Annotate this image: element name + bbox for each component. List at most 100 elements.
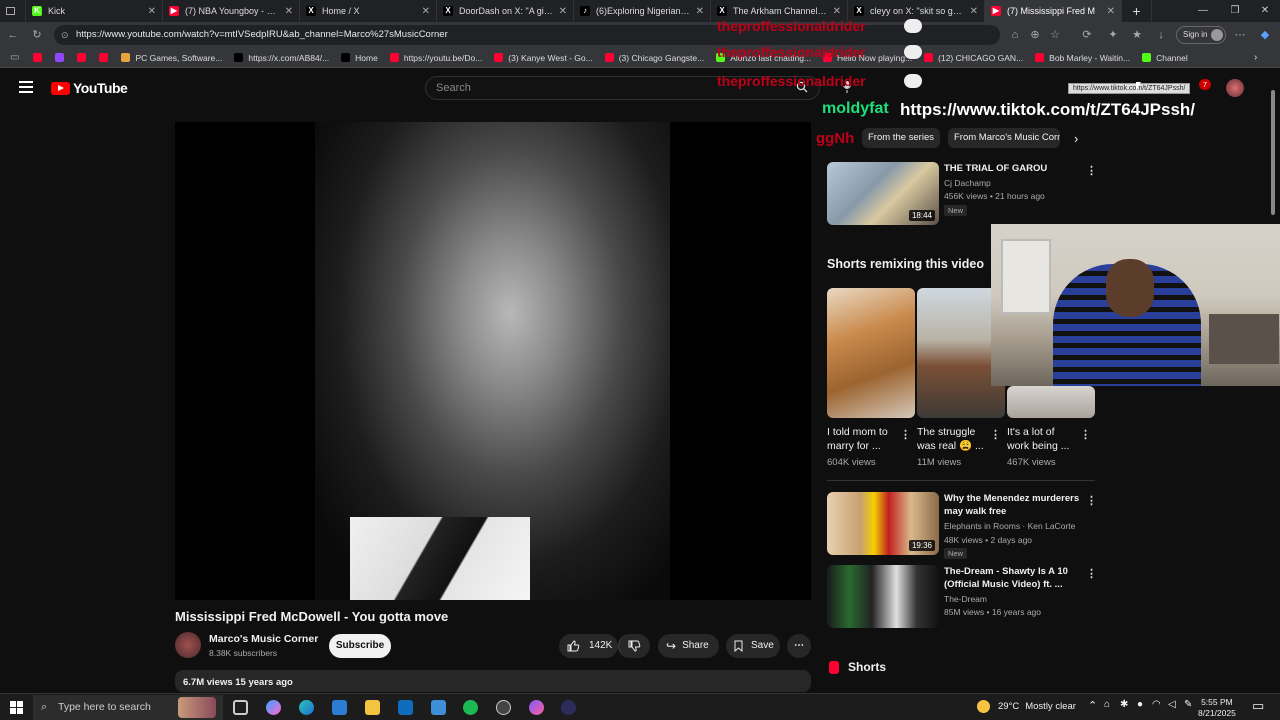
description-box[interactable]: 6.7M views 15 years ago bbox=[175, 670, 811, 692]
recommended-channel-3[interactable]: The-Dream bbox=[944, 594, 987, 604]
page-scrollbar[interactable] bbox=[1271, 90, 1275, 215]
recommended-channel-2[interactable]: Elephants in Rooms · Ken LaCorte bbox=[944, 521, 1075, 531]
bookmarks-menu-icon[interactable]: ▭ bbox=[10, 52, 19, 63]
maximize-button[interactable]: ❐ bbox=[1219, 0, 1251, 22]
app-taskbar-icon[interactable] bbox=[431, 700, 446, 715]
tray-pen-icon[interactable]: ✎ bbox=[1184, 699, 1192, 710]
zoom-icon[interactable]: ⊕ bbox=[1026, 26, 1044, 44]
short-thumbnail-3[interactable] bbox=[1007, 386, 1095, 418]
browser-tab[interactable]: X DoorDash on X: "A gift fro ✕ bbox=[437, 0, 574, 22]
bookmarks-overflow-icon[interactable]: › bbox=[1254, 52, 1257, 63]
chip-from-channel[interactable]: From Marco's Music Corner bbox=[948, 128, 1060, 148]
bookmark-item[interactable]: Home bbox=[341, 53, 378, 63]
recommended-menu-button[interactable]: ⋮ bbox=[1086, 164, 1097, 177]
browser-tab[interactable]: ▶ (7) Mississippi Fred M ✕ bbox=[985, 0, 1122, 22]
messenger-taskbar-icon[interactable] bbox=[529, 700, 544, 715]
site-info-icon[interactable]: ⊙ bbox=[61, 25, 69, 45]
tray-volume-icon[interactable]: ◁ bbox=[1168, 699, 1176, 710]
bookmark-item[interactable]: Channel bbox=[1142, 53, 1188, 63]
short-menu-button-2[interactable]: ⋮ bbox=[990, 428, 1001, 441]
bookmark-item[interactable]: PC Games, Software... bbox=[121, 53, 222, 63]
spotify-taskbar-icon[interactable] bbox=[463, 700, 478, 715]
bookmark-item[interactable]: https://x.com/AB84/... bbox=[234, 53, 329, 63]
task-view-icon[interactable] bbox=[233, 700, 248, 715]
tab-close-icon[interactable]: ✕ bbox=[696, 6, 704, 17]
notifications-icon[interactable]: ▭ bbox=[1252, 698, 1264, 714]
recommended-thumbnail[interactable]: 18:44 bbox=[827, 162, 939, 225]
bookmark-item[interactable] bbox=[77, 53, 91, 63]
more-menu-icon[interactable]: ⋯ bbox=[1231, 26, 1249, 44]
browser-tab[interactable]: K Kick ✕ bbox=[26, 0, 163, 22]
extensions-icon[interactable]: ✦ bbox=[1104, 26, 1122, 44]
chip-from-series[interactable]: From the series bbox=[862, 128, 940, 148]
channel-name[interactable]: Marco's Music Corner bbox=[209, 633, 318, 645]
browser-window-menu[interactable] bbox=[0, 0, 26, 22]
tray-chevron-icon[interactable]: ⌃ bbox=[1088, 699, 1097, 712]
tab-close-icon[interactable]: ✕ bbox=[422, 6, 430, 17]
share-button[interactable]: ↪ Share bbox=[658, 634, 719, 658]
recommended-channel[interactable]: Cj Dachamp bbox=[944, 178, 991, 188]
browser-tab[interactable]: ♪ (6)Exploring Nigerian Cultu ✕ bbox=[574, 0, 711, 22]
tab-close-icon[interactable]: ✕ bbox=[285, 6, 293, 17]
short-title-3[interactable]: It's a lot of work being ... bbox=[1007, 425, 1079, 453]
store-taskbar-icon[interactable] bbox=[332, 700, 347, 715]
favorite-star-icon[interactable]: ☆ bbox=[1046, 26, 1064, 44]
favorites-icon[interactable]: ★ bbox=[1128, 26, 1146, 44]
video-player[interactable] bbox=[175, 122, 811, 600]
dislike-button[interactable] bbox=[618, 634, 650, 658]
bookmark-item[interactable]: https://youtu.be/Do... bbox=[389, 53, 482, 63]
edge-taskbar-icon[interactable] bbox=[299, 700, 314, 715]
more-actions-button[interactable]: ⋯ bbox=[787, 634, 811, 658]
copilot-taskbar-icon[interactable] bbox=[266, 700, 281, 715]
bookmark-item[interactable] bbox=[55, 53, 69, 63]
subscribe-button[interactable]: Subscribe bbox=[329, 634, 391, 658]
browser-tab[interactable]: ▶ (7) NBA Youngboy - F*ck Th ✕ bbox=[163, 0, 300, 22]
short-title-2[interactable]: The struggle was real 😩 ... bbox=[917, 425, 989, 453]
outlook-taskbar-icon[interactable] bbox=[398, 700, 413, 715]
tab-close-icon[interactable]: ✕ bbox=[148, 6, 156, 17]
bookmark-item[interactable]: (3) Chicago Gangste... bbox=[604, 53, 704, 63]
youtube-logo[interactable]: YouTube bbox=[51, 80, 128, 96]
tab-close-icon[interactable]: ✕ bbox=[833, 6, 841, 17]
recommended-menu-button-3[interactable]: ⋮ bbox=[1086, 567, 1097, 580]
taskbar-clock[interactable]: 5:55 PM 8/21/2025 bbox=[1198, 697, 1236, 719]
recommended-thumbnail-3[interactable] bbox=[827, 565, 939, 628]
bookmark-item[interactable]: Bob Marley - Waitin... bbox=[1035, 53, 1130, 63]
account-avatar[interactable] bbox=[1226, 79, 1244, 97]
like-button[interactable]: 142K bbox=[559, 634, 618, 658]
tray-bluetooth-icon[interactable]: ✱ bbox=[1120, 699, 1128, 710]
notification-badge[interactable]: 7 bbox=[1199, 79, 1211, 90]
sync-icon[interactable]: ⟳ bbox=[1078, 26, 1096, 44]
short-menu-button-1[interactable]: ⋮ bbox=[900, 428, 911, 441]
close-window-button[interactable]: ✕ bbox=[1249, 0, 1280, 22]
recommended-title[interactable]: THE TRIAL OF GAROU bbox=[944, 162, 1084, 175]
bookmark-item[interactable]: (3) Kanye West - Go... bbox=[494, 53, 593, 63]
short-menu-button-3[interactable]: ⋮ bbox=[1080, 428, 1091, 441]
channel-avatar[interactable] bbox=[175, 632, 201, 658]
browser-tab[interactable]: X Home / X ✕ bbox=[300, 0, 437, 22]
taskbar-search-input[interactable]: ⌕ Type here to search bbox=[33, 695, 223, 720]
tray-wifi-icon[interactable]: ◠ bbox=[1152, 699, 1161, 710]
minimize-button[interactable]: — bbox=[1187, 0, 1219, 22]
read-aloud-icon[interactable]: ⌂ bbox=[1006, 26, 1024, 44]
copilot-icon[interactable]: ◆ bbox=[1256, 26, 1274, 44]
refresh-button[interactable]: ↻ bbox=[28, 26, 46, 44]
short-title-1[interactable]: I told mom to marry for ... bbox=[827, 425, 899, 453]
hamburger-menu-icon[interactable] bbox=[19, 81, 33, 93]
save-button[interactable]: Save bbox=[726, 634, 780, 658]
file-explorer-icon[interactable] bbox=[365, 700, 380, 715]
back-button[interactable]: ← bbox=[4, 26, 22, 44]
bookmark-item[interactable] bbox=[33, 53, 47, 63]
tray-mic-icon[interactable]: ● bbox=[1137, 699, 1143, 710]
media-taskbar-icon[interactable] bbox=[561, 700, 576, 715]
bookmark-item[interactable] bbox=[99, 53, 113, 63]
tab-close-icon[interactable]: ✕ bbox=[1107, 6, 1115, 17]
tray-network-icon[interactable]: ⌂ bbox=[1104, 699, 1110, 710]
bookmark-item[interactable]: (12) CHICAGO GAN... bbox=[924, 53, 1023, 63]
new-tab-button[interactable]: + bbox=[1122, 0, 1152, 22]
sign-in-button[interactable]: Sign in bbox=[1176, 26, 1226, 44]
chips-next-chevron-icon[interactable]: › bbox=[1074, 131, 1078, 146]
short-thumbnail-1[interactable] bbox=[827, 288, 915, 418]
weather-widget[interactable]: 29°C Mostly clear bbox=[977, 700, 1076, 713]
windows-start-icon[interactable] bbox=[10, 701, 23, 714]
